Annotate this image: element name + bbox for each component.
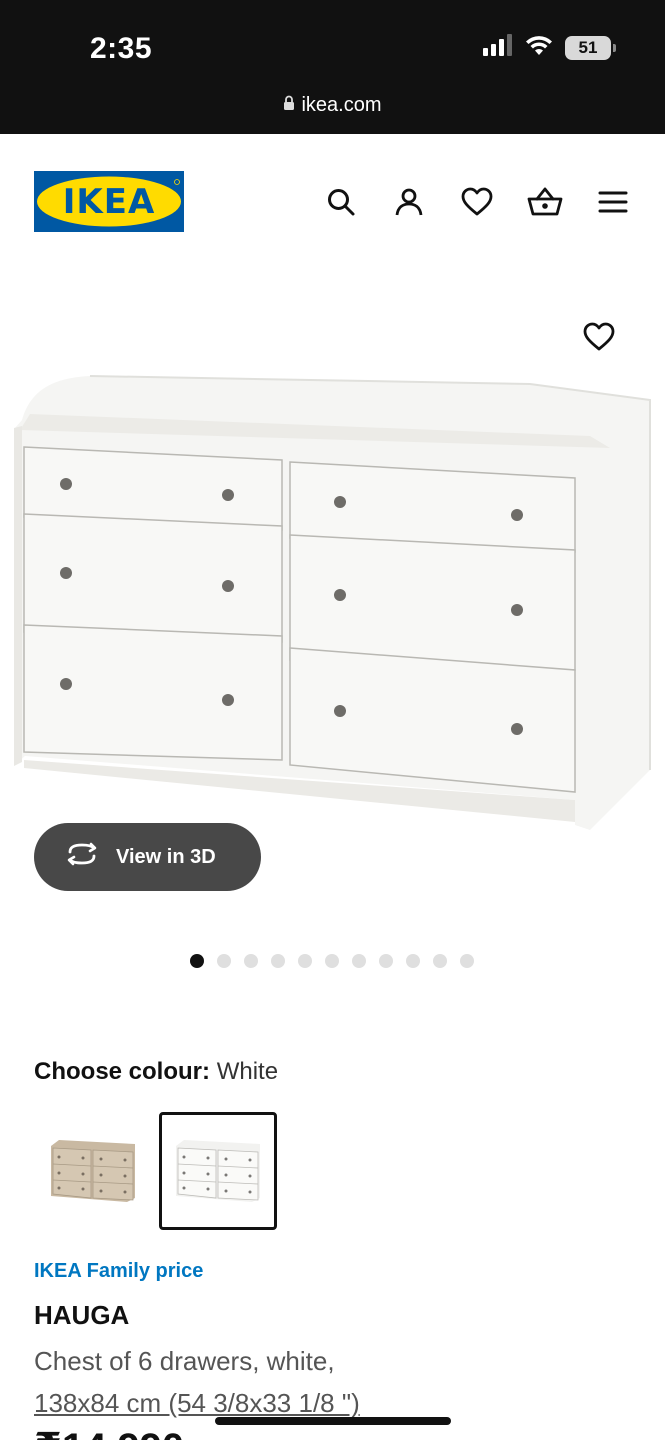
carousel-dot[interactable] <box>351 954 366 968</box>
battery-indicator: 51 <box>565 35 616 60</box>
carousel-dot[interactable] <box>216 954 231 968</box>
menu-icon[interactable] <box>595 184 631 220</box>
carousel-dot[interactable] <box>459 954 474 968</box>
account-icon[interactable] <box>391 184 427 220</box>
add-to-favourites-heart-icon[interactable] <box>583 322 615 354</box>
colour-selector-label: Choose colour: White <box>34 1058 278 1086</box>
product-description: Chest of 6 drawers, white, 138x84 cm (54… <box>34 1340 360 1424</box>
carousel-dot[interactable] <box>378 954 393 968</box>
carousel-dot[interactable] <box>324 954 339 968</box>
carousel-dot[interactable] <box>432 954 447 968</box>
status-time: 2:35 <box>90 32 153 65</box>
product-description-line: Chest of 6 drawers, white, <box>34 1346 335 1376</box>
wishlist-heart-icon[interactable] <box>459 184 495 220</box>
carousel-dot[interactable] <box>405 954 420 968</box>
url-bar[interactable]: ikea.com <box>0 94 665 117</box>
header-nav <box>323 184 631 220</box>
colour-swatch-beige[interactable] <box>34 1112 152 1230</box>
selected-colour-value: White <box>216 1058 279 1085</box>
view-in-3d-label: View in 3D <box>116 845 216 868</box>
signal-icon <box>483 34 513 61</box>
home-indicator[interactable] <box>215 1417 451 1425</box>
view-in-3d-button[interactable]: View in 3D <box>34 823 261 891</box>
basket-icon[interactable] <box>527 184 563 220</box>
product-price: ₹14,990 <box>34 1425 184 1440</box>
status-bar: 2:35 51 ikea.com <box>0 0 665 134</box>
search-icon[interactable] <box>323 184 359 220</box>
ikea-family-price-label[interactable]: IKEA Family price <box>34 1260 203 1283</box>
ikea-logo[interactable]: IKEA <box>34 171 184 232</box>
product-image[interactable] <box>10 370 655 840</box>
colour-swatch-white[interactable] <box>159 1112 277 1230</box>
wifi-icon <box>525 34 553 61</box>
carousel-dot[interactable] <box>270 954 285 968</box>
choose-colour-label: Choose colour: <box>34 1058 211 1085</box>
lock-icon <box>283 94 295 117</box>
carousel-dot[interactable] <box>243 954 258 968</box>
status-icons: 51 <box>483 34 616 61</box>
logo-wordmark: IKEA <box>63 182 156 222</box>
carousel-dot[interactable] <box>297 954 312 968</box>
image-carousel-dots <box>0 954 665 968</box>
rotate-3d-icon <box>64 842 100 872</box>
carousel-dot[interactable] <box>189 954 204 968</box>
url-text: ikea.com <box>301 94 382 116</box>
product-name: HAUGA <box>34 1300 130 1330</box>
